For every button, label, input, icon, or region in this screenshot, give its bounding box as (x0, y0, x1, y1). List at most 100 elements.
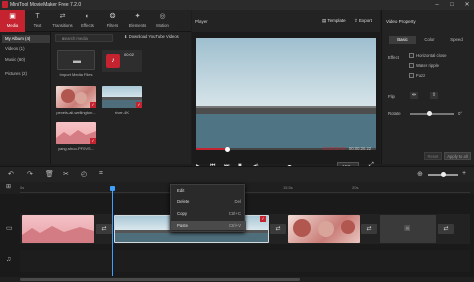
horizontal-scrollbar[interactable] (0, 277, 474, 282)
effect-checkbox[interactable] (409, 63, 414, 68)
total-time: 00:00:20.22 (349, 146, 372, 151)
media-item-music[interactable]: 00:02 ♪ (102, 50, 142, 72)
rotate-slider[interactable] (410, 113, 454, 115)
tab-filters[interactable]: ❂ Filters (100, 10, 125, 32)
timeline-clip-pexels[interactable] (288, 215, 360, 243)
tab-label: Effects (81, 23, 94, 28)
text-icon: T (35, 13, 40, 20)
menu-item-edit[interactable]: Edit (171, 186, 246, 195)
scrollbar-thumb[interactable] (20, 278, 300, 281)
elements-icon: ✦ (134, 13, 141, 20)
context-menu: Edit Delete Del Copy Ctrl+C Paste Ctrl+V (170, 184, 246, 232)
clip-thumbnail (293, 219, 355, 237)
tab-motion[interactable]: ◎ Motion (150, 10, 175, 32)
effect-checkbox[interactable] (409, 73, 414, 78)
flip-vertical-icon[interactable]: ⇳ (430, 92, 438, 99)
zoom-fit-icon[interactable]: ⊕ (417, 170, 423, 178)
redo-icon[interactable]: ↷ (27, 170, 33, 178)
close-icon[interactable]: ✕ (462, 1, 472, 9)
effect-checkbox[interactable] (409, 53, 414, 58)
tab-elements[interactable]: ✦ Elements (125, 10, 150, 32)
transition-slot[interactable]: ⇄ (438, 224, 454, 234)
rotate-handle[interactable] (427, 111, 432, 116)
progress-handle[interactable] (225, 146, 230, 152)
split-icon[interactable]: ✂ (63, 170, 69, 178)
menu-item-delete[interactable]: Delete Del (171, 197, 246, 206)
media-icon: ▣ (9, 13, 16, 20)
tab-media[interactable]: ▣ Media (0, 10, 25, 32)
search-placeholder: Search media (62, 36, 88, 41)
ruler-mark: 20s (352, 185, 359, 190)
import-media-button[interactable]: ▬ (57, 50, 95, 70)
menu-label: Edit (177, 188, 185, 193)
menu-shortcut: Ctrl+V (228, 223, 241, 228)
menu-shortcut: Del (234, 199, 241, 204)
menu-item-paste[interactable]: Paste Ctrl+V (171, 221, 246, 230)
playhead[interactable] (112, 186, 113, 276)
undo-icon[interactable]: ↶ (8, 170, 14, 178)
template-button[interactable]: ▤ Template (322, 18, 346, 24)
tab-speed[interactable]: Speed (443, 36, 470, 44)
transitions-icon: ⇄ (59, 13, 66, 20)
tab-transitions[interactable]: ⇄ Transitions (50, 10, 75, 32)
media-duration: 00:02 (124, 52, 135, 57)
current-time: 00:00:00.00 (323, 146, 346, 151)
playhead-handle[interactable] (110, 186, 115, 191)
export-label: Export (359, 18, 373, 23)
transition-slot[interactable]: ⇄ (96, 224, 112, 234)
transition-slot[interactable]: ⇄ (361, 224, 377, 234)
sidebar-item-pictures[interactable]: Pictures (2) (2, 70, 50, 78)
tab-label: Filters (106, 23, 119, 28)
timeline-clip-empty[interactable]: ▣ (380, 215, 436, 243)
download-youtube-link[interactable]: ⬇ Download YouTube Videos (124, 34, 179, 39)
video-property-panel: Video Property Basic Color Speed Effect … (381, 10, 474, 164)
crop-icon[interactable]: ⌗ (99, 170, 103, 178)
sidebar-item-videos[interactable]: Videos (1) (2, 45, 50, 53)
template-label: Template (327, 18, 346, 23)
tab-label: Text (33, 23, 42, 28)
music-note-icon: ♪ (106, 54, 120, 68)
rotate-value: 0° (458, 111, 463, 116)
flip-horizontal-icon[interactable]: ⇹ (410, 92, 418, 99)
audio-detach-icon[interactable]: ◴ (81, 170, 87, 178)
added-check-icon: ✓ (90, 138, 96, 144)
app-logo-icon (2, 1, 8, 8)
apply-to-all-button[interactable]: Apply to all (444, 152, 471, 160)
minimize-icon[interactable]: – (432, 1, 442, 9)
effect-name: Horizontal close (416, 53, 447, 58)
tab-label: Transitions (52, 23, 73, 28)
music-track-icon: ♫ (6, 256, 12, 263)
timeline-clip-yang-shuo[interactable] (22, 215, 94, 243)
effect-label: Effect (388, 55, 399, 60)
media-caption: Import Media Files (59, 72, 93, 77)
tab-label: Elements (128, 23, 147, 28)
player-header: Player ▤ Template ⇪ Export (192, 10, 380, 32)
effect-name: Water ripple (416, 63, 440, 68)
zoom-in-icon[interactable]: + (462, 170, 466, 177)
flip-label: Flip (388, 94, 395, 99)
menu-shortcut: Ctrl+C (228, 211, 241, 216)
app-title: MiniTool MovieMaker Free 7.2.0 (10, 2, 82, 8)
add-track-icon[interactable]: ⊞ (6, 183, 11, 190)
sidebar-item-music[interactable]: Music (60) (2, 56, 50, 64)
transition-slot[interactable]: ⇄ (270, 224, 286, 234)
motion-icon: ◎ (159, 13, 166, 20)
tab-label: Media (6, 23, 19, 28)
video-placeholder-icon: ▣ (404, 225, 411, 232)
tab-text[interactable]: T Text (25, 10, 50, 32)
preview-screen[interactable] (196, 38, 376, 150)
delete-icon[interactable]: 🗑 (45, 170, 54, 178)
tab-basic[interactable]: Basic (389, 36, 416, 44)
player-label: Player (195, 19, 208, 24)
menu-item-copy[interactable]: Copy Ctrl+C (171, 209, 246, 218)
maximize-icon[interactable]: □ (447, 1, 457, 9)
media-sidebar: My Album (4) Videos (1) Music (60) Pictu… (0, 32, 51, 164)
reset-button[interactable]: Reset (424, 152, 442, 160)
tab-effects[interactable]: ◐ Effects (75, 10, 100, 32)
sidebar-item-my-album[interactable]: My Album (4) (2, 35, 50, 43)
export-button[interactable]: ⇪ Export (354, 18, 372, 24)
zoom-handle[interactable] (441, 172, 446, 177)
tab-color[interactable]: Color (416, 36, 443, 44)
search-input[interactable]: ⌕ Search media (55, 34, 113, 42)
media-library: ⌕ Search media ⬇ Download YouTube Videos… (51, 32, 191, 164)
